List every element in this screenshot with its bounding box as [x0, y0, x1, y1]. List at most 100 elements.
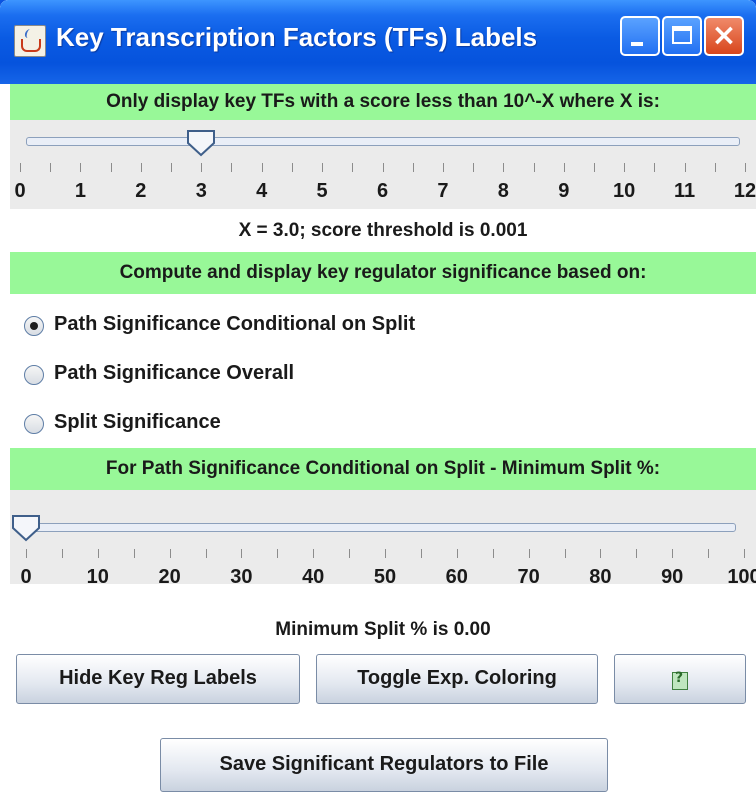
slider-tick-label: 3	[195, 180, 207, 202]
slider-tick	[169, 549, 171, 558]
radio-button[interactable]	[24, 316, 44, 336]
slider-tick	[624, 163, 626, 172]
slider-tick-label: 8	[497, 180, 509, 202]
radio-selected-dot	[30, 322, 38, 330]
score-slider-track[interactable]	[26, 137, 740, 146]
slider-tick-label: 7	[437, 180, 449, 202]
score-threshold-heading: Only display key TFs with a score less t…	[10, 84, 756, 120]
slider-tick	[291, 163, 293, 172]
slider-tick-label: 2	[135, 180, 147, 202]
slider-tick	[672, 549, 674, 558]
java-cup-icon[interactable]	[14, 25, 46, 57]
slider-tick	[593, 163, 595, 172]
slider-tick-label: 20	[158, 566, 181, 588]
help-icon	[672, 670, 688, 690]
slider-tick	[322, 163, 324, 172]
slider-tick	[205, 549, 207, 558]
minimize-button[interactable]	[620, 16, 660, 56]
window-title: Key Transcription Factors (TFs) Labels	[56, 22, 538, 52]
split-slider-thumb[interactable]	[11, 514, 41, 542]
maximize-button[interactable]	[662, 16, 702, 56]
slider-tick-label: 90	[661, 566, 684, 588]
radio-button[interactable]	[24, 414, 44, 434]
significance-heading: Compute and display key regulator signif…	[10, 252, 756, 294]
score-slider-thumb[interactable]	[186, 129, 216, 157]
toggle-exp-coloring-button[interactable]: Toggle Exp. Coloring	[316, 654, 598, 704]
slider-tick	[313, 549, 315, 558]
button-label: Save Significant Regulators to File	[219, 753, 549, 775]
slider-tick	[492, 549, 494, 558]
slider-tick	[26, 549, 27, 558]
slider-tick-label: 12	[733, 180, 756, 202]
slider-tick-label: 11	[674, 180, 696, 202]
slider-tick	[563, 163, 565, 172]
slider-tick	[277, 549, 279, 558]
slider-tick	[261, 163, 263, 172]
slider-tick-label: 70	[517, 566, 540, 588]
score-slider[interactable]: 0 1 2 3 4 5 6 7 8 9 10 11 12	[10, 120, 756, 209]
slider-tick	[600, 549, 602, 558]
slider-tick	[420, 549, 422, 558]
slider-tick	[654, 163, 656, 172]
slider-tick-label: 5	[316, 180, 328, 202]
button-label: Hide Key Reg Labels	[59, 667, 257, 689]
help-button[interactable]	[614, 654, 746, 704]
slider-tick-label: 0	[14, 180, 26, 202]
slider-tick	[50, 163, 52, 172]
slider-tick	[201, 163, 203, 172]
slider-tick-label: 0	[20, 566, 32, 588]
close-button[interactable]: ×	[704, 16, 744, 56]
slider-tick	[231, 163, 233, 172]
slider-tick	[61, 549, 63, 558]
slider-tick	[171, 163, 173, 172]
slider-tick-label: 10	[613, 180, 636, 202]
minimum-split-status: Minimum Split % is 0.00	[275, 619, 491, 640]
minimum-split-heading: For Path Significance Conditional on Spl…	[10, 448, 756, 490]
slider-tick	[456, 549, 458, 558]
slider-tick-label: 1	[74, 180, 86, 202]
slider-tick	[352, 163, 354, 172]
dialog-window: Key Transcription Factors (TFs) Labels ×…	[0, 0, 756, 796]
split-slider-track[interactable]	[26, 523, 736, 532]
slider-tick	[140, 163, 142, 172]
slider-tick	[528, 549, 530, 558]
slider-tick	[745, 163, 746, 172]
minimum-split-slider[interactable]: 0 10 20 30 40 50 60 70 80 90 100	[10, 490, 756, 588]
slider-tick	[133, 549, 135, 558]
slider-tick	[744, 549, 745, 558]
slider-tick	[97, 549, 99, 558]
slider-tick	[241, 549, 243, 558]
title-bar[interactable]: Key Transcription Factors (TFs) Labels ×	[0, 0, 756, 84]
slider-tick-label: 40	[302, 566, 325, 588]
slider-tick	[110, 163, 112, 172]
close-icon: ×	[711, 18, 737, 53]
save-significant-regulators-button[interactable]: Save Significant Regulators to File	[160, 738, 608, 792]
slider-tick	[442, 163, 444, 172]
slider-tick	[20, 163, 21, 172]
radio-label[interactable]: Split Significance	[54, 411, 221, 434]
radio-button[interactable]	[24, 365, 44, 385]
slider-tick-label: 50	[373, 566, 397, 588]
slider-tick	[708, 549, 710, 558]
slider-tick	[533, 163, 535, 172]
slider-tick-label: 9	[558, 180, 570, 202]
slider-tick	[349, 549, 351, 558]
minimize-icon	[631, 42, 643, 46]
slider-tick	[636, 549, 638, 558]
radio-label[interactable]: Path Significance Conditional on Split	[54, 313, 415, 336]
slider-tick-label: 4	[256, 180, 268, 202]
slider-tick	[473, 163, 475, 172]
slider-tick	[564, 549, 566, 558]
dialog-content: Only display key TFs with a score less t…	[10, 84, 756, 796]
button-label: Toggle Exp. Coloring	[357, 667, 557, 689]
slider-tick	[80, 163, 82, 172]
slider-tick-label: 6	[376, 180, 389, 202]
hide-key-reg-labels-button[interactable]: Hide Key Reg Labels	[16, 654, 300, 704]
slider-tick	[684, 163, 686, 172]
slider-tick-label: 80	[589, 566, 612, 588]
slider-tick	[714, 163, 716, 172]
radio-label[interactable]: Path Significance Overall	[54, 362, 294, 385]
score-threshold-status: X = 3.0; score threshold is 0.001	[238, 220, 528, 241]
slider-tick	[385, 549, 386, 558]
slider-tick	[503, 163, 505, 172]
